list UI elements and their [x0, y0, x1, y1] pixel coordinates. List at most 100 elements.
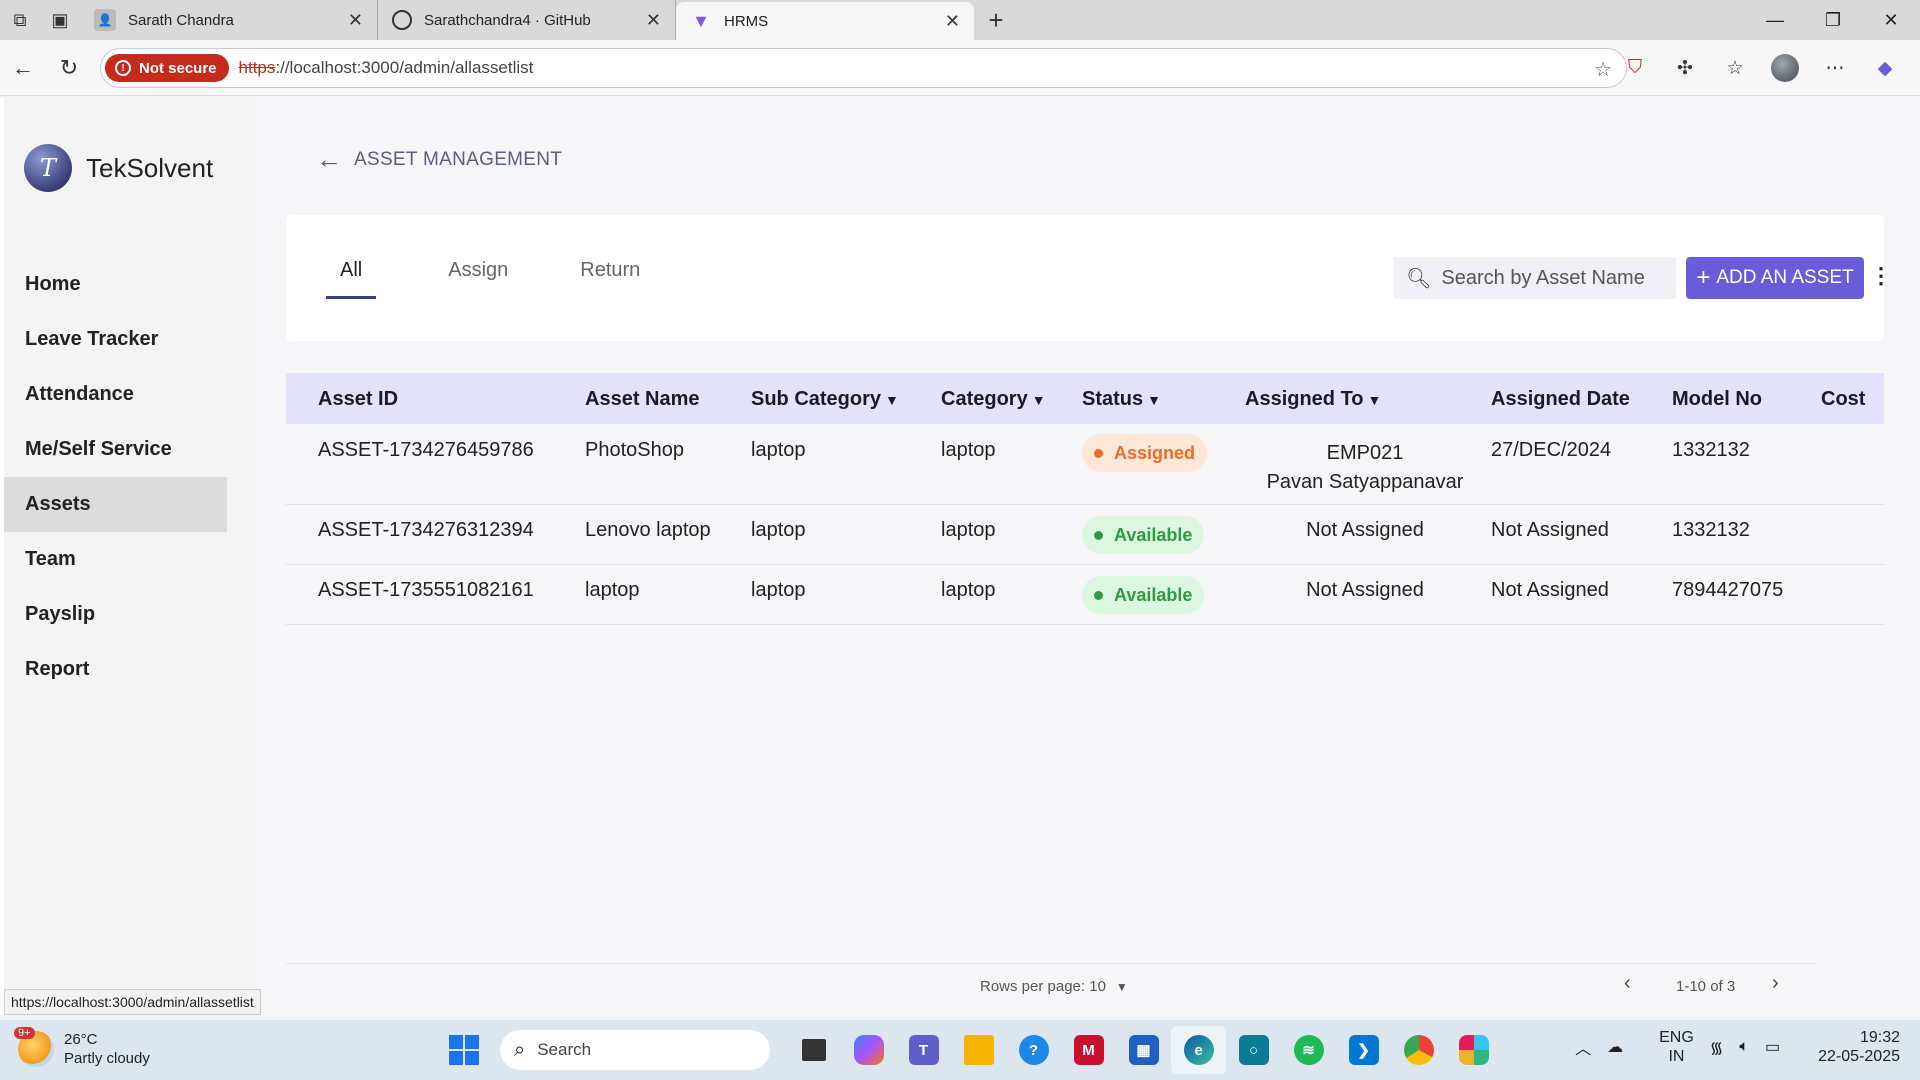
file-explorer-icon[interactable] [951, 1026, 1006, 1074]
tab-assign[interactable]: Assign [448, 259, 508, 299]
not-secure-badge[interactable]: ! Not secure [105, 54, 229, 82]
restore-icon[interactable]: ❐ [1804, 0, 1862, 40]
pinned-apps: T ? M ▦ e ○ ≋ ❯ [786, 1026, 1501, 1074]
language-indicator[interactable]: ENG IN [1643, 1028, 1694, 1066]
weather-widget[interactable]: 9+ 26°C Partly cloudy [14, 1027, 150, 1068]
sidebar-item-team[interactable]: Team [4, 532, 254, 587]
task-view-icon[interactable] [786, 1026, 841, 1074]
favorites-icon[interactable]: ☆ [1710, 48, 1760, 88]
help-icon[interactable]: ? [1006, 1026, 1061, 1074]
col-sub-category-label: Sub Category [751, 388, 882, 410]
clock[interactable]: 19:32 22-05-2025 [1802, 1028, 1900, 1066]
vertical-tabs-icon[interactable]: ▣ [40, 0, 80, 40]
onedrive-icon[interactable]: ☁ [1607, 1037, 1623, 1057]
reload-icon[interactable]: ↻ [46, 45, 92, 91]
tab-title: Sarathchandra4 · GitHub [424, 11, 591, 29]
plus-icon: + [1696, 264, 1711, 291]
windows-taskbar: 9+ 26°C Partly cloudy ⌕ Search T ? M ▦ e ○… [0, 1020, 1920, 1080]
browser-tab[interactable]: Sarathchandra4 · GitHub ✕ [378, 0, 676, 40]
clock-time: 19:32 [1859, 1029, 1900, 1046]
col-category[interactable]: Category ▼ [941, 388, 1046, 411]
sidebar-item-home[interactable]: Home [4, 257, 254, 312]
status-badge: Available [1082, 576, 1205, 614]
cell-assigned-date: Not Assigned [1491, 519, 1609, 541]
tab-all[interactable]: All [326, 259, 377, 299]
alexa-icon[interactable]: ○ [1226, 1026, 1281, 1074]
spotify-icon[interactable]: ≋ [1281, 1026, 1336, 1074]
vscode-icon[interactable]: ❯ [1336, 1026, 1391, 1074]
cell-asset-name: PhotoShop [585, 439, 684, 461]
status-badge: Available [1082, 516, 1205, 554]
sidebar-menu: Home Leave Tracker Attendance Me/Self Se… [4, 257, 254, 697]
close-tab-icon[interactable]: ✕ [945, 11, 960, 32]
profile-avatar[interactable] [1760, 48, 1810, 88]
extension-shield-icon[interactable]: ⛉ [1610, 48, 1660, 88]
col-sub-category[interactable]: Sub Category ▼ [751, 388, 899, 411]
new-tab-icon[interactable]: + [974, 0, 1018, 40]
col-assigned-to[interactable]: Assigned To ▼ [1245, 388, 1381, 411]
sidebar-item-payslip[interactable]: Payslip [4, 587, 254, 642]
cell-model-no: 1332132 [1672, 439, 1750, 461]
rows-per-page-select[interactable]: Rows per page: 10 ▼ [980, 978, 1128, 995]
cell-asset-id: ASSET-1734276312394 [318, 519, 534, 541]
address-bar[interactable]: ! Not secure https://localhost:3000/admi… [100, 48, 1627, 88]
cell-asset-name: laptop [585, 579, 640, 601]
copilot-icon[interactable]: ◆ [1860, 48, 1910, 88]
system-tray: ︿ ☁ ENG IN ᯾ 🔈︎ ▭ 19:32 22-05-2025 [1559, 1028, 1900, 1066]
close-tab-icon[interactable]: ✕ [646, 10, 661, 31]
sort-caret-icon: ▼ [1031, 392, 1046, 408]
search-input[interactable] [1441, 266, 1672, 290]
tab-title: Sarath Chandra [128, 11, 234, 29]
taskbar-search[interactable]: ⌕ Search [500, 1030, 770, 1070]
workspaces-icon[interactable]: ⧉ [0, 0, 40, 40]
table-row[interactable]: ASSET-1735551082161 laptop laptop laptop… [286, 565, 1884, 625]
tab-return[interactable]: Return [580, 259, 640, 299]
chrome-icon[interactable] [1391, 1026, 1446, 1074]
volume-icon[interactable]: 🔈︎ [1739, 1038, 1749, 1056]
battery-icon[interactable]: ▭ [1765, 1037, 1780, 1057]
add-asset-button[interactable]: + ADD AN ASSET [1686, 257, 1864, 299]
prev-page-icon[interactable]: ‹ [1624, 972, 1631, 995]
cell-assigned-date: Not Assigned [1491, 579, 1609, 601]
sidebar-item-assets[interactable]: Assets [4, 477, 227, 532]
browser-tab-active[interactable]: ▼ HRMS ✕ [676, 2, 974, 40]
sidebar-item-attendance[interactable]: Attendance [4, 367, 254, 422]
sidebar-item-leave-tracker[interactable]: Leave Tracker [4, 312, 254, 367]
more-vert-icon[interactable]: ⋮ [1870, 263, 1892, 289]
col-model-no: Model No [1672, 388, 1762, 410]
status-label: Available [1114, 584, 1193, 605]
table-row[interactable]: ASSET-1734276459786 PhotoShop laptop lap… [286, 424, 1884, 505]
search-box: 🔍︎ [1394, 257, 1676, 299]
sidebar-item-self-service[interactable]: Me/Self Service [4, 422, 254, 477]
url-protocol: https [238, 58, 276, 77]
mcafee-icon[interactable]: M [1061, 1026, 1116, 1074]
back-icon[interactable]: ← [0, 45, 46, 91]
shield-icon: ! [115, 60, 131, 76]
back-arrow-icon[interactable]: ← [316, 144, 342, 175]
not-secure-label: Not secure [139, 59, 217, 77]
close-window-icon[interactable]: ✕ [1862, 0, 1920, 40]
extensions-icon[interactable]: ✣ [1660, 48, 1710, 88]
chevron-up-icon[interactable]: ︿ [1575, 1035, 1591, 1059]
cell-category: laptop [941, 519, 996, 541]
minimize-icon[interactable]: — [1746, 0, 1804, 40]
edge-icon[interactable]: e [1171, 1026, 1226, 1074]
slack-icon[interactable] [1446, 1026, 1501, 1074]
wifi-icon[interactable]: ᯾ [1710, 1036, 1724, 1058]
teams-icon[interactable]: T [896, 1026, 951, 1074]
copilot-app-icon[interactable] [841, 1026, 896, 1074]
more-options-icon[interactable]: ⋯ [1810, 48, 1860, 88]
table-row[interactable]: ASSET-1734276312394 Lenovo laptop laptop… [286, 505, 1884, 565]
col-status-label: Status [1082, 388, 1144, 410]
next-page-icon[interactable]: › [1772, 972, 1779, 995]
start-icon[interactable] [440, 1026, 488, 1074]
store-icon[interactable]: ▦ [1116, 1026, 1171, 1074]
cell-asset-id: ASSET-1734276459786 [318, 439, 534, 461]
cell-assigned-to: Not Assigned [1306, 579, 1424, 601]
sidebar-item-report[interactable]: Report [4, 642, 254, 697]
browser-tab[interactable]: 👤 Sarath Chandra ✕ [80, 0, 378, 40]
close-tab-icon[interactable]: ✕ [348, 10, 363, 31]
main-content: ← ASSET MANAGEMENT All Assign Return 🔍︎ … [254, 97, 1920, 1015]
col-status[interactable]: Status ▼ [1082, 388, 1161, 411]
url-path: ://localhost:3000/admin/allassetlist [275, 58, 534, 77]
